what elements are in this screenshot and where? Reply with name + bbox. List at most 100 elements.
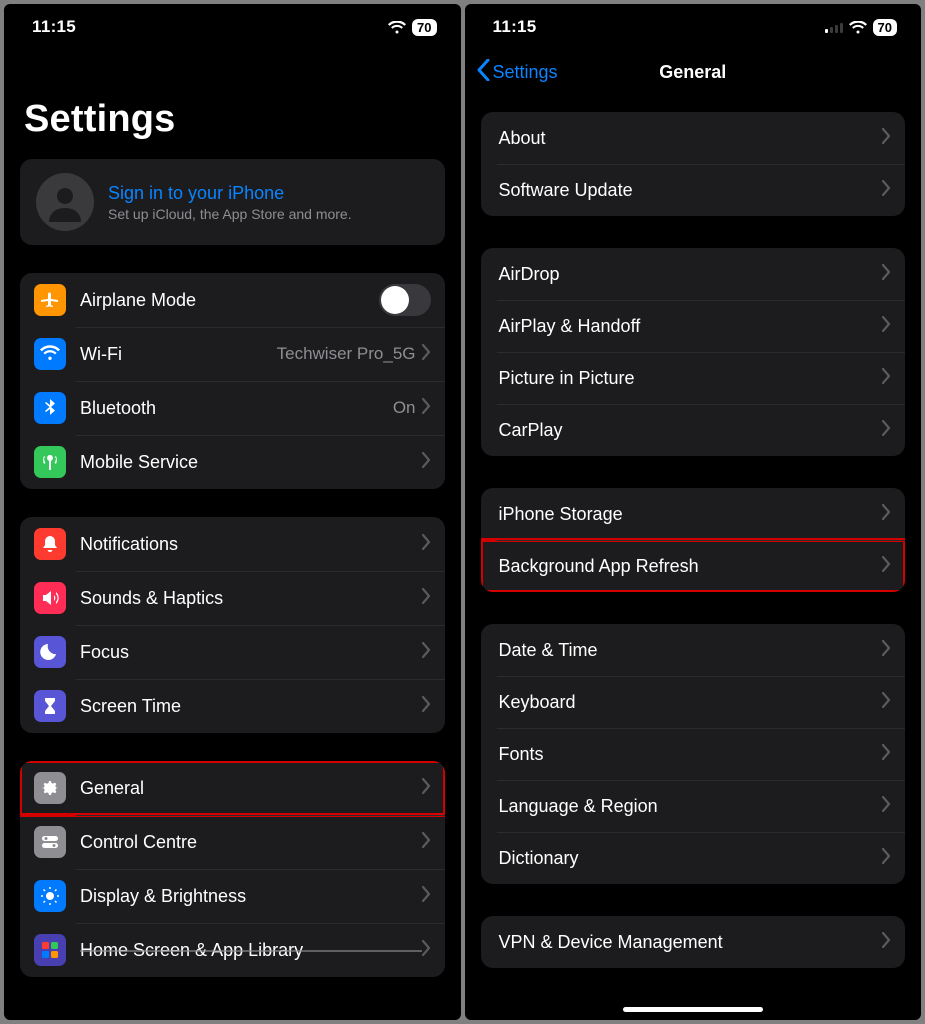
chevron-right-icon bbox=[882, 692, 891, 713]
row-home-screen-app-library[interactable]: Home Screen & App Library bbox=[20, 923, 445, 977]
row-sounds-haptics[interactable]: Sounds & Haptics bbox=[20, 571, 445, 625]
row-background-app-refresh[interactable]: Background App Refresh bbox=[481, 540, 906, 592]
datetime-group: Date & Time Keyboard Fonts Language & Regio… bbox=[481, 624, 906, 884]
row-mobile-service[interactable]: Mobile Service bbox=[20, 435, 445, 489]
status-bar: 11:15 70 bbox=[4, 4, 461, 50]
row-software-update[interactable]: Software Update bbox=[481, 164, 906, 216]
row-label: Mobile Service bbox=[80, 452, 422, 473]
general-group: General Control Centre Display & Brightnes… bbox=[20, 761, 445, 977]
chevron-right-icon bbox=[422, 398, 431, 419]
row-airplane-mode[interactable]: Airplane Mode bbox=[20, 273, 445, 327]
chevron-right-icon bbox=[422, 534, 431, 555]
chevron-right-icon bbox=[882, 640, 891, 661]
row-label: Sounds & Haptics bbox=[80, 588, 422, 609]
row-keyboard[interactable]: Keyboard bbox=[481, 676, 906, 728]
row-display-brightness[interactable]: Display & Brightness bbox=[20, 869, 445, 923]
airdrop-group: AirDrop AirPlay & Handoff Picture in Pictu… bbox=[481, 248, 906, 456]
bell-icon bbox=[34, 528, 66, 560]
chevron-right-icon bbox=[882, 420, 891, 441]
row-general[interactable]: General bbox=[20, 761, 445, 815]
row-label: CarPlay bbox=[499, 420, 883, 441]
row-dictionary[interactable]: Dictionary bbox=[481, 832, 906, 884]
chevron-right-icon bbox=[882, 556, 891, 577]
row-label: Picture in Picture bbox=[499, 368, 883, 389]
row-vpn-device-management[interactable]: VPN & Device Management bbox=[481, 916, 906, 968]
chevron-right-icon bbox=[422, 778, 431, 799]
row-label: Fonts bbox=[499, 744, 883, 765]
chevron-right-icon bbox=[422, 832, 431, 853]
back-label: Settings bbox=[493, 62, 558, 83]
row-date-time[interactable]: Date & Time bbox=[481, 624, 906, 676]
row-fonts[interactable]: Fonts bbox=[481, 728, 906, 780]
chevron-right-icon bbox=[422, 452, 431, 473]
bluetooth-icon bbox=[34, 392, 66, 424]
row-label: Display & Brightness bbox=[80, 886, 422, 907]
status-bar: 11:15 70 bbox=[465, 4, 922, 50]
nav-bar: Settings General bbox=[465, 50, 922, 94]
signin-text: Sign in to your iPhone Set up iCloud, th… bbox=[108, 183, 352, 222]
speaker-icon bbox=[34, 582, 66, 614]
battery-badge: 70 bbox=[873, 19, 897, 36]
row-focus[interactable]: Focus bbox=[20, 625, 445, 679]
row-airplay-handoff[interactable]: AirPlay & Handoff bbox=[481, 300, 906, 352]
chevron-right-icon bbox=[882, 744, 891, 765]
settings-root-screen: 11:15 70 Settings Sign in to your iPhone… bbox=[4, 4, 461, 1020]
row-screen-time[interactable]: Screen Time bbox=[20, 679, 445, 733]
wifi-icon bbox=[849, 21, 867, 34]
row-notifications[interactable]: Notifications bbox=[20, 517, 445, 571]
row-label: AirPlay & Handoff bbox=[499, 316, 883, 337]
chevron-left-icon bbox=[477, 59, 490, 86]
gear-icon bbox=[34, 772, 66, 804]
row-label: Wi-Fi bbox=[80, 344, 277, 365]
notifications-group: Notifications Sounds & Haptics Focus Screen… bbox=[20, 517, 445, 733]
toggle-switch[interactable] bbox=[379, 284, 431, 316]
status-icons: 70 bbox=[388, 19, 436, 36]
row-label: Screen Time bbox=[80, 696, 422, 717]
row-label: AirDrop bbox=[499, 264, 883, 285]
row-label: iPhone Storage bbox=[499, 504, 883, 525]
moon-icon bbox=[34, 636, 66, 668]
row-label: Software Update bbox=[499, 180, 883, 201]
row-about[interactable]: About bbox=[481, 112, 906, 164]
signin-subtitle: Set up iCloud, the App Store and more. bbox=[108, 206, 352, 222]
chevron-right-icon bbox=[882, 316, 891, 337]
grid-icon bbox=[34, 934, 66, 966]
connectivity-group: Airplane ModeWi-FiTechwiser Pro_5GBlueto… bbox=[20, 273, 445, 489]
row-bluetooth[interactable]: BluetoothOn bbox=[20, 381, 445, 435]
cellular-icon bbox=[825, 21, 843, 33]
home-indicator[interactable] bbox=[623, 1007, 763, 1012]
row-label: Background App Refresh bbox=[499, 556, 883, 577]
row-label: VPN & Device Management bbox=[499, 932, 883, 953]
status-time: 11:15 bbox=[32, 17, 76, 37]
row-airdrop[interactable]: AirDrop bbox=[481, 248, 906, 300]
chevron-right-icon bbox=[882, 504, 891, 525]
row-label: Bluetooth bbox=[80, 398, 393, 419]
row-label: Keyboard bbox=[499, 692, 883, 713]
row-label: Notifications bbox=[80, 534, 422, 555]
airplane-icon bbox=[34, 284, 66, 316]
row-label: Airplane Mode bbox=[80, 290, 379, 311]
about-group: About Software Update bbox=[481, 112, 906, 216]
switches-icon bbox=[34, 826, 66, 858]
row-iphone-storage[interactable]: iPhone Storage bbox=[481, 488, 906, 540]
signin-card[interactable]: Sign in to your iPhone Set up iCloud, th… bbox=[20, 159, 445, 245]
row-label: Control Centre bbox=[80, 832, 422, 853]
general-content: About Software Update AirDrop AirPlay & Ha… bbox=[465, 94, 922, 1020]
row-label: Dictionary bbox=[499, 848, 883, 869]
chevron-right-icon bbox=[882, 796, 891, 817]
chevron-right-icon bbox=[422, 940, 431, 961]
row-carplay[interactable]: CarPlay bbox=[481, 404, 906, 456]
battery-badge: 70 bbox=[412, 19, 436, 36]
back-button[interactable]: Settings bbox=[477, 59, 558, 86]
chevron-right-icon bbox=[422, 588, 431, 609]
row-picture-in-picture[interactable]: Picture in Picture bbox=[481, 352, 906, 404]
row-wi-fi[interactable]: Wi-FiTechwiser Pro_5G bbox=[20, 327, 445, 381]
row-value: On bbox=[393, 398, 416, 418]
row-label: Focus bbox=[80, 642, 422, 663]
row-control-centre[interactable]: Control Centre bbox=[20, 815, 445, 869]
row-value: Techwiser Pro_5G bbox=[277, 344, 416, 364]
row-language-region[interactable]: Language & Region bbox=[481, 780, 906, 832]
avatar-placeholder-icon bbox=[36, 173, 94, 231]
chevron-right-icon bbox=[882, 264, 891, 285]
hourglass-icon bbox=[34, 690, 66, 722]
